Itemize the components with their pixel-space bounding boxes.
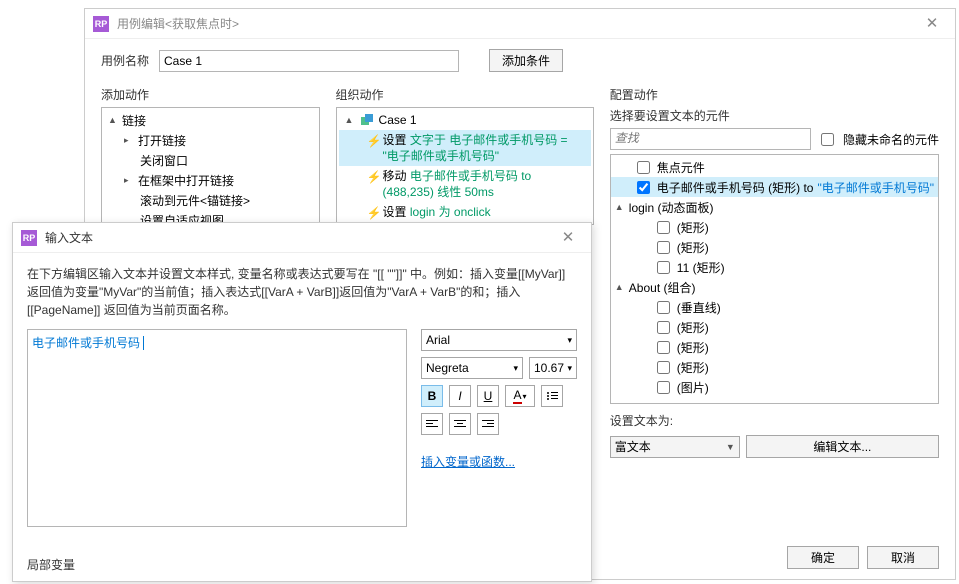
cfg-item-vline[interactable]: (垂直线) bbox=[611, 297, 938, 317]
organize-action-panel: ▲ Case 1 ⚡ 设置 文字于 电子邮件或手机号码 = "电子邮件或手机号码… bbox=[336, 107, 594, 225]
tree-item-open-in-frame[interactable]: ▸在框架中打开链接 bbox=[104, 170, 317, 190]
tree-item-close-window[interactable]: 关闭窗口 bbox=[104, 150, 317, 170]
add-action-panel: ▲链接 ▸打开链接 关闭窗口 ▸在框架中打开链接 滚动到元件<锚链接> 设置自适… bbox=[101, 107, 320, 225]
cfg-group-about[interactable]: ▲About (组合) bbox=[611, 277, 938, 297]
align-left-button[interactable] bbox=[421, 413, 443, 435]
align-right-button[interactable] bbox=[477, 413, 499, 435]
description-text: 在下方编辑区输入文本并设置文本样式, 变量名称或表达式要写在 "[[ ""]]"… bbox=[27, 265, 577, 319]
align-right-icon bbox=[482, 418, 494, 430]
underline-button[interactable]: U bbox=[477, 385, 499, 407]
chevron-down-icon: ▾ bbox=[567, 335, 572, 346]
cancel-button[interactable]: 取消 bbox=[867, 546, 939, 569]
list-icon bbox=[546, 390, 558, 402]
organize-action-header: 组织动作 bbox=[336, 86, 594, 103]
text-type-select[interactable]: 富文本▼ bbox=[610, 436, 740, 458]
dialog-title: 输入文本 bbox=[45, 229, 553, 246]
bolt-icon: ⚡ bbox=[367, 133, 377, 149]
align-center-icon bbox=[454, 418, 466, 430]
cfg-item-rect2[interactable]: (矩形) bbox=[611, 237, 938, 257]
cfg-item-rect4[interactable]: (矩形) bbox=[611, 337, 938, 357]
cfg-item-11rect[interactable]: 11 (矩形) bbox=[611, 257, 938, 277]
action-move[interactable]: ⚡ 移动 电子邮件或手机号码 to (488,235) 线性 50ms bbox=[339, 166, 591, 202]
usecase-name-input[interactable] bbox=[159, 50, 459, 72]
set-text-as-label: 设置文本为: bbox=[610, 412, 939, 429]
search-input[interactable]: 查找 bbox=[610, 128, 811, 150]
chevron-down-icon: ▾ bbox=[567, 363, 572, 374]
align-center-button[interactable] bbox=[449, 413, 471, 435]
cfg-group-login[interactable]: ▲login (动态面板) bbox=[611, 197, 938, 217]
tree-item-open-link[interactable]: ▸打开链接 bbox=[104, 130, 317, 150]
usecase-name-label: 用例名称 bbox=[101, 52, 149, 69]
font-family-select[interactable]: Arial▾ bbox=[421, 329, 577, 351]
hide-unnamed-label: 隐藏未命名的元件 bbox=[843, 131, 939, 148]
close-icon[interactable]: ✕ bbox=[917, 10, 947, 38]
dialog-title: 用例编辑<获取焦点时> bbox=[117, 15, 917, 32]
titlebar: RP 用例编辑<获取焦点时> ✕ bbox=[85, 9, 955, 39]
tree-group-links[interactable]: ▲链接 bbox=[104, 110, 317, 130]
configure-action-header: 配置动作 bbox=[610, 86, 939, 103]
font-color-button[interactable]: A▾ bbox=[505, 385, 535, 407]
action-set-onclick[interactable]: ⚡ 设置 login 为 onclick bbox=[339, 202, 591, 223]
local-variable-label: 局部变量 bbox=[27, 556, 75, 573]
cfg-select-target-label: 选择要设置文本的元件 bbox=[610, 107, 939, 124]
cfg-item-focus[interactable]: 焦点元件 bbox=[611, 157, 938, 177]
tree-item-scroll-to[interactable]: 滚动到元件<锚链接> bbox=[104, 190, 317, 210]
case-row[interactable]: ▲ Case 1 bbox=[339, 110, 591, 130]
cfg-item-rect3[interactable]: (矩形) bbox=[611, 317, 938, 337]
text-editor-dialog: RP 输入文本 ✕ 在下方编辑区输入文本并设置文本样式, 变量名称或表达式要写在… bbox=[12, 222, 592, 582]
cfg-item-rect5[interactable]: (矩形) bbox=[611, 357, 938, 377]
text-edit-area[interactable]: 电子邮件或手机号码 bbox=[27, 329, 407, 527]
chevron-down-icon: ▾ bbox=[513, 363, 518, 374]
chevron-down-icon: ▼ bbox=[726, 442, 735, 452]
bold-button[interactable]: B bbox=[421, 385, 443, 407]
cfg-item-rect1[interactable]: (矩形) bbox=[611, 217, 938, 237]
add-condition-button[interactable]: 添加条件 bbox=[489, 49, 563, 72]
italic-button[interactable]: I bbox=[449, 385, 471, 407]
cfg-item-target[interactable]: 电子邮件或手机号码 (矩形) to "电子邮件或手机号码" bbox=[611, 177, 938, 197]
cfg-item-image[interactable]: (图片) bbox=[611, 377, 938, 397]
font-size-select[interactable]: 10.67▾ bbox=[529, 357, 577, 379]
titlebar: RP 输入文本 ✕ bbox=[13, 223, 591, 253]
app-icon: RP bbox=[93, 16, 109, 32]
bolt-icon: ⚡ bbox=[367, 169, 377, 185]
bullet-list-button[interactable] bbox=[541, 385, 563, 407]
edit-text-button[interactable]: 编辑文本... bbox=[746, 435, 939, 458]
add-action-header: 添加动作 bbox=[101, 86, 320, 103]
action-set-text[interactable]: ⚡ 设置 文字于 电子邮件或手机号码 = "电子邮件或手机号码" bbox=[339, 130, 591, 166]
case-icon bbox=[361, 114, 373, 126]
font-weight-select[interactable]: Negreta▾ bbox=[421, 357, 523, 379]
close-icon[interactable]: ✕ bbox=[553, 224, 583, 252]
bolt-icon: ⚡ bbox=[367, 205, 377, 221]
insert-variable-link[interactable]: 插入变量或函数... bbox=[421, 453, 515, 470]
configure-target-list: 焦点元件 电子邮件或手机号码 (矩形) to "电子邮件或手机号码" ▲logi… bbox=[610, 154, 939, 404]
configure-action-panel: 选择要设置文本的元件 查找 隐藏未命名的元件 焦点元件 电子邮件或手机号码 (矩… bbox=[610, 107, 939, 458]
hide-unnamed-checkbox[interactable] bbox=[821, 133, 834, 146]
app-icon: RP bbox=[21, 230, 37, 246]
align-left-icon bbox=[426, 418, 438, 430]
ok-button[interactable]: 确定 bbox=[787, 546, 859, 569]
